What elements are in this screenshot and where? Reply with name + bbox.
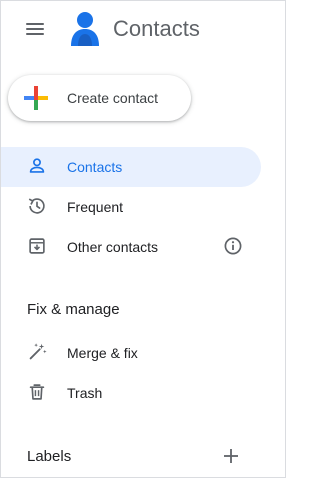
- add-label-plus-icon[interactable]: [221, 446, 241, 466]
- nav-item-contacts[interactable]: Contacts: [1, 147, 261, 187]
- nav-item-merge-fix[interactable]: Merge & fix: [1, 333, 261, 373]
- menu-bar: [26, 23, 44, 25]
- sidebar-panel: Contacts Create contact Contacts Frequen…: [0, 0, 286, 478]
- nav-item-label: Frequent: [67, 199, 124, 215]
- app-title: Contacts: [113, 16, 200, 41]
- magic-wand-icon: [29, 343, 47, 360]
- trash-icon: [29, 384, 45, 400]
- menu-bar: [26, 33, 44, 35]
- labels-heading: Labels: [27, 448, 72, 465]
- nav-item-other-contacts[interactable]: Other contacts: [1, 227, 261, 267]
- nav-item-label: Merge & fix: [67, 345, 138, 361]
- create-contact-button[interactable]: Create contact: [8, 75, 191, 121]
- plus-multicolor-icon: [24, 86, 48, 110]
- contacts-logo-icon: [71, 12, 99, 46]
- person-outline-icon: [29, 158, 45, 173]
- history-icon: [28, 198, 45, 214]
- nav-item-label: Other contacts: [67, 239, 159, 255]
- create-contact-label: Create contact: [67, 90, 159, 106]
- main-menu-button[interactable]: [23, 17, 47, 41]
- archive-download-icon: [29, 238, 45, 254]
- menu-bar: [26, 28, 44, 30]
- nav-item-trash[interactable]: Trash: [1, 373, 261, 413]
- nav-item-label: Trash: [67, 385, 103, 401]
- nav-item-label: Contacts: [67, 159, 123, 175]
- nav-item-frequent[interactable]: Frequent: [1, 187, 261, 227]
- app-header: Contacts: [1, 1, 285, 57]
- fix-manage-heading: Fix & manage: [27, 301, 120, 318]
- info-icon[interactable]: [223, 236, 243, 256]
